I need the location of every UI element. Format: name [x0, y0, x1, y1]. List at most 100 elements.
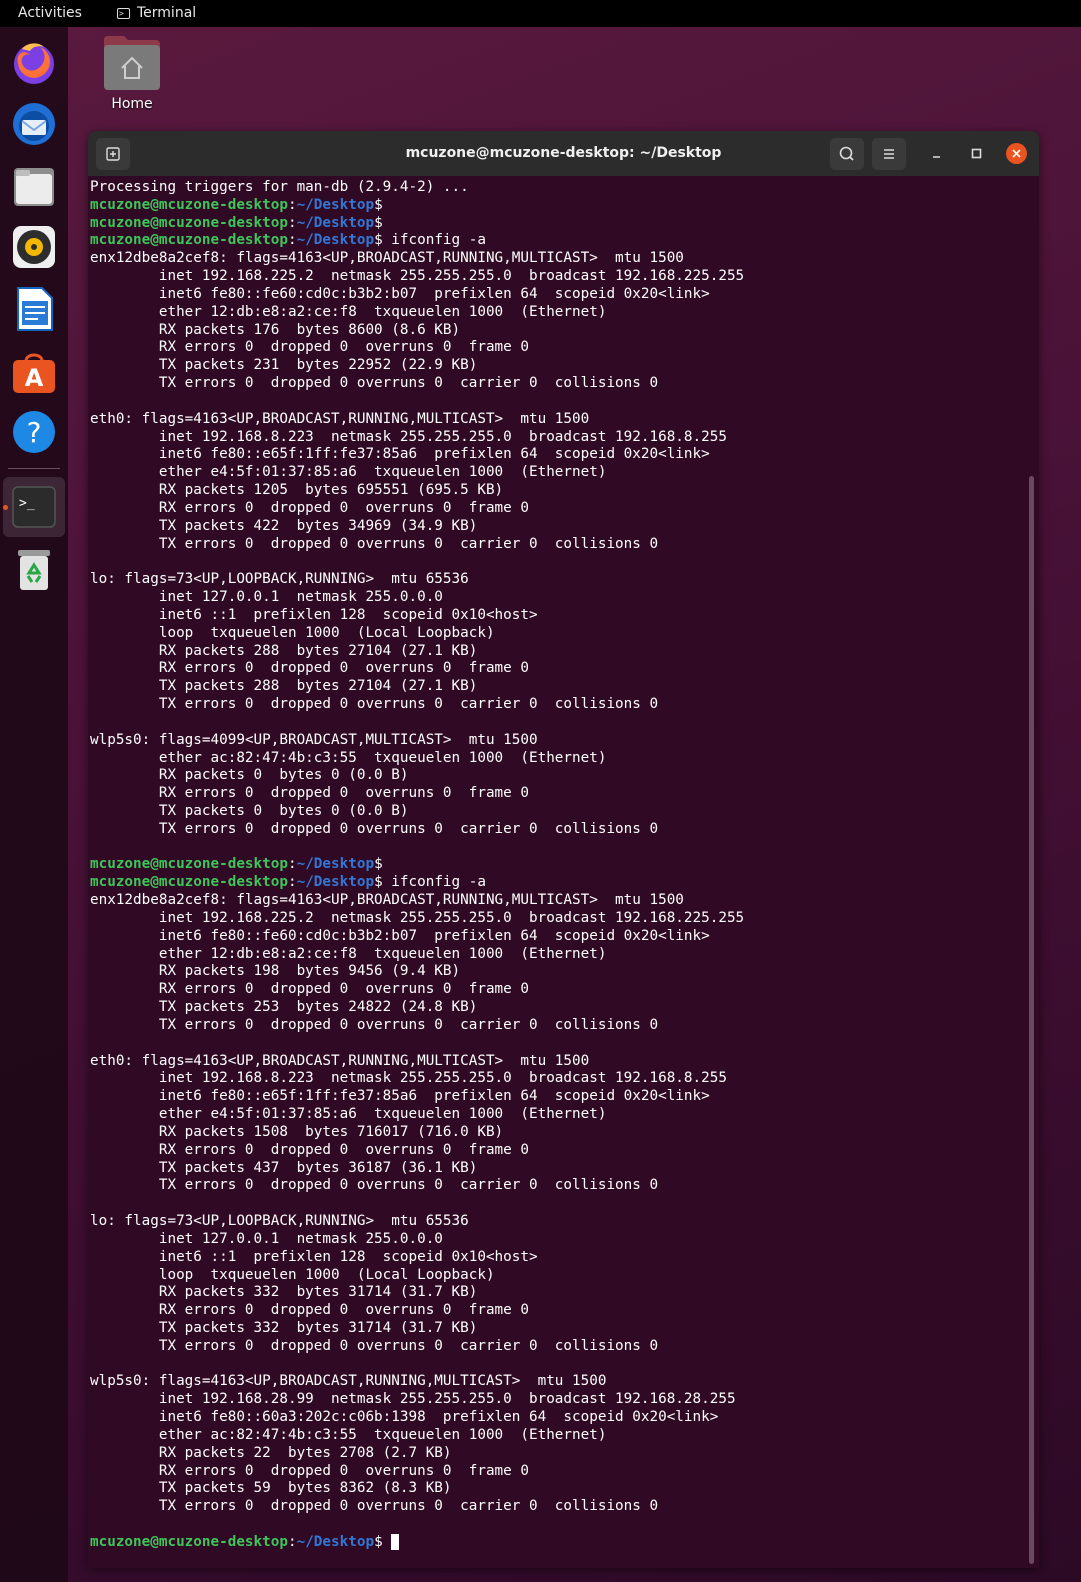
output-line: TX errors 0 dropped 0 overruns 0 carrier… [90, 1498, 659, 1515]
svg-text:>_: >_ [19, 496, 35, 511]
output-line: ether 12:db:e8:a2:ce:f8 txqueuelen 1000 … [90, 303, 607, 320]
output-line: TX errors 0 dropped 0 overruns 0 carrier… [90, 820, 659, 837]
output-line: RX packets 1508 bytes 716017 (716.0 KB) [90, 1123, 504, 1140]
help-icon[interactable]: ? [10, 408, 58, 456]
output-line: TX errors 0 dropped 0 overruns 0 carrier… [90, 375, 659, 392]
output-line: TX packets 288 bytes 27104 (27.1 KB) [90, 678, 478, 695]
output-line: loop txqueuelen 1000 (Local Loopback) [90, 1266, 495, 1283]
maximize-icon [971, 148, 982, 159]
prompt-separator: : [287, 874, 297, 891]
output-line: RX packets 22 bytes 2708 (2.7 KB) [90, 1444, 452, 1461]
prompt-path: ~/Desktop [296, 856, 375, 873]
output-line: RX errors 0 dropped 0 overruns 0 frame 0 [90, 339, 529, 356]
output-line: RX packets 176 bytes 8600 (8.6 KB) [90, 321, 461, 338]
search-button[interactable] [830, 138, 864, 170]
files-icon[interactable] [10, 162, 58, 210]
prompt-symbol: $ [374, 856, 383, 873]
menu-button[interactable] [872, 138, 906, 170]
prompt-symbol: $ [374, 874, 383, 891]
output-line: ether e4:5f:01:37:85:a6 txqueuelen 1000 … [90, 1106, 607, 1123]
prompt-line: mcuzone@mcuzone-desktop:~/Desktop$ [90, 856, 1020, 874]
rhythmbox-icon[interactable] [10, 223, 58, 271]
prompt-line: mcuzone@mcuzone-desktop:~/Desktop$ [90, 197, 1020, 215]
output-line: inet 127.0.0.1 netmask 255.0.0.0 [90, 1230, 443, 1247]
output-line: Processing triggers for man-db (2.9.4-2)… [90, 179, 469, 195]
output-line: TX errors 0 dropped 0 overruns 0 carrier… [90, 696, 659, 713]
app-menu[interactable]: > Terminal [117, 5, 196, 21]
output-line: inet6 fe80::e65f:1ff:fe37:85a6 prefixlen… [90, 446, 710, 463]
writer-icon[interactable] [10, 285, 58, 333]
output-line: RX errors 0 dropped 0 overruns 0 frame 0 [90, 1462, 529, 1479]
command-text: ifconfig -a [382, 232, 486, 249]
prompt-userhost: mcuzone@mcuzone-desktop [90, 856, 288, 873]
software-icon[interactable]: A [10, 347, 58, 395]
output-line: RX errors 0 dropped 0 overruns 0 frame 0 [90, 660, 529, 677]
output-line: RX errors 0 dropped 0 overruns 0 frame 0 [90, 981, 529, 998]
output-line: ether ac:82:47:4b:c3:55 txqueuelen 1000 … [90, 1426, 607, 1443]
activities-button[interactable]: Activities [18, 5, 82, 21]
trash-icon[interactable] [10, 545, 58, 593]
terminal-window[interactable]: mcuzone@mcuzone-desktop: ~/Desktop Proce… [88, 131, 1039, 1568]
dock-separator [8, 468, 60, 469]
running-indicator [3, 505, 8, 510]
output-line: wlp5s0: flags=4099<UP,BROADCAST,MULTICAS… [90, 731, 538, 748]
top-bar: Activities > Terminal [0, 0, 1081, 27]
prompt-separator: : [287, 214, 297, 231]
output-line: TX errors 0 dropped 0 overruns 0 carrier… [90, 535, 659, 552]
prompt-symbol: $ [374, 196, 383, 213]
svg-text:A: A [25, 364, 44, 392]
prompt-separator: : [287, 1533, 297, 1550]
output-line: RX packets 198 bytes 9456 (9.4 KB) [90, 963, 461, 980]
prompt-path: ~/Desktop [296, 232, 375, 249]
firefox-icon[interactable] [10, 39, 58, 87]
output-line: inet 192.168.225.2 netmask 255.255.255.0… [90, 268, 745, 285]
output-line: wlp5s0: flags=4163<UP,BROADCAST,RUNNING,… [90, 1373, 607, 1390]
output-line: enx12dbe8a2cef8: flags=4163<UP,BROADCAST… [90, 250, 684, 267]
output-line: TX packets 253 bytes 24822 (24.8 KB) [90, 999, 478, 1016]
output-line: inet6 ::1 prefixlen 128 scopeid 0x10<hos… [90, 1248, 538, 1265]
text-cursor[interactable] [391, 1533, 400, 1550]
output-line: TX errors 0 dropped 0 overruns 0 carrier… [90, 1337, 659, 1354]
output-line: inet6 fe80::fe60:cd0c:b3b2:b07 prefixlen… [90, 927, 710, 944]
prompt-path: ~/Desktop [296, 196, 375, 213]
command-text [383, 1534, 392, 1550]
scrollbar[interactable] [1029, 476, 1034, 1564]
prompt-line: mcuzone@mcuzone-desktop:~/Desktop$ ifcon… [90, 232, 1020, 250]
terminal-small-icon: > [117, 7, 130, 19]
prompt-separator: : [287, 232, 297, 249]
home-folder-icon[interactable] [104, 36, 160, 90]
prompt-path: ~/Desktop [296, 1533, 375, 1550]
terminal-output[interactable]: Processing triggers for man-db (2.9.4-2)… [90, 179, 1020, 1564]
prompt-separator: : [287, 196, 297, 213]
prompt-symbol: $ [374, 214, 383, 231]
output-line: eth0: flags=4163<UP,BROADCAST,RUNNING,MU… [90, 1052, 590, 1069]
output-line: inet6 fe80::60a3:202c:c06b:1398 prefixle… [90, 1409, 719, 1426]
terminal-header-bar[interactable]: mcuzone@mcuzone-desktop: ~/Desktop [88, 131, 1039, 176]
output-line: inet6 fe80::e65f:1ff:fe37:85a6 prefixlen… [90, 1088, 710, 1105]
output-line: TX packets 231 bytes 22952 (22.9 KB) [90, 357, 478, 374]
output-line: ether ac:82:47:4b:c3:55 txqueuelen 1000 … [90, 749, 607, 766]
minimize-button[interactable] [926, 143, 947, 164]
prompt-line: mcuzone@mcuzone-desktop:~/Desktop$ [90, 215, 1020, 233]
output-line: TX packets 437 bytes 36187 (36.1 KB) [90, 1159, 478, 1176]
output-line: TX errors 0 dropped 0 overruns 0 carrier… [90, 1177, 659, 1194]
hamburger-menu-icon [884, 149, 894, 159]
prompt-userhost: mcuzone@mcuzone-desktop [90, 232, 288, 249]
prompt-separator: : [287, 856, 297, 873]
minimize-icon [933, 156, 940, 158]
prompt-userhost: mcuzone@mcuzone-desktop [90, 1533, 288, 1550]
output-line: RX errors 0 dropped 0 overruns 0 frame 0 [90, 499, 529, 516]
thunderbird-icon[interactable] [10, 100, 58, 148]
output-line: inet6 fe80::fe60:cd0c:b3b2:b07 prefixlen… [90, 285, 710, 302]
maximize-button[interactable] [966, 143, 987, 164]
prompt-symbol: $ [374, 1533, 383, 1550]
close-button[interactable] [1006, 143, 1027, 164]
terminal-icon[interactable]: >_ [10, 483, 58, 531]
dock: A ? >_ [0, 27, 68, 1582]
output-line: RX packets 0 bytes 0 (0.0 B) [90, 767, 409, 784]
prompt-userhost: mcuzone@mcuzone-desktop [90, 214, 288, 231]
